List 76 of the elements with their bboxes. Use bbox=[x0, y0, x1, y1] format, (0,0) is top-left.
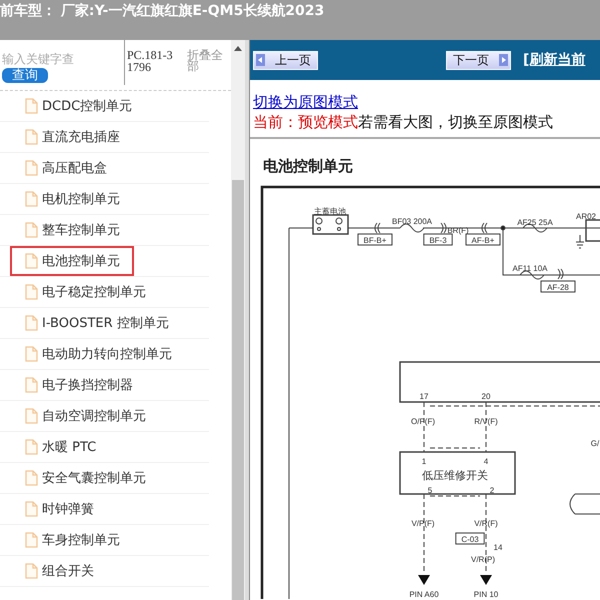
file-icon bbox=[25, 315, 38, 331]
file-icon bbox=[25, 253, 38, 269]
tree-item[interactable]: 电子稳定控制单元 bbox=[10, 277, 160, 307]
file-icon bbox=[25, 563, 38, 579]
current-mode-label: 当前：预览模式 bbox=[253, 113, 358, 131]
scrollbar-thumb[interactable] bbox=[232, 180, 244, 600]
arrow-right-icon bbox=[499, 54, 508, 66]
connector-tag: BF-3 bbox=[423, 234, 453, 246]
diagram-label: BR(F) bbox=[447, 226, 469, 235]
diagram-label: V/R(F) bbox=[474, 519, 498, 528]
file-icon bbox=[25, 222, 38, 238]
connector-tag: C-03 bbox=[455, 532, 485, 544]
tree-item[interactable]: 电动助力转向控制单元 bbox=[10, 339, 186, 369]
diagram-label: 低压维修开关 bbox=[422, 470, 488, 482]
file-icon bbox=[25, 408, 38, 424]
file-icon bbox=[25, 284, 38, 300]
tree-item[interactable]: 组合开关 bbox=[10, 556, 108, 586]
tree-item[interactable]: 安全气囊控制单元 bbox=[10, 463, 160, 493]
diagram-label: 主蓄电池 bbox=[314, 207, 346, 216]
diagram-label: 14 bbox=[494, 543, 502, 552]
diagram-label: V/P(F) bbox=[411, 519, 435, 528]
diagram-label: V/R(P) bbox=[471, 555, 495, 564]
section-title: 电池控制单元 bbox=[262, 156, 354, 177]
arrowhead-icon bbox=[480, 575, 492, 585]
diagram-label: 4 bbox=[484, 457, 488, 466]
diagram-label: PIN A60 bbox=[409, 590, 439, 599]
file-icon bbox=[25, 191, 38, 207]
diagram-label: R/V(F) bbox=[474, 417, 498, 426]
file-icon bbox=[25, 439, 38, 455]
connector-tag: AF-28 bbox=[540, 280, 576, 292]
page-title: 前车型： 厂家:Y-一汽红旗红旗E-QM5长续航2023 bbox=[0, 2, 324, 20]
file-icon bbox=[25, 129, 38, 145]
file-icon bbox=[25, 98, 38, 114]
arrow-left-icon bbox=[256, 54, 265, 66]
tree-item[interactable]: 直流充电插座 bbox=[10, 122, 134, 152]
file-icon bbox=[25, 532, 38, 548]
diagram-label: PIN 10 bbox=[474, 590, 498, 599]
file-icon bbox=[25, 470, 38, 486]
connector-tag: AF-B+ bbox=[466, 234, 500, 246]
model-code: PC.181-31796 bbox=[124, 40, 175, 85]
arrowhead-icon bbox=[418, 575, 430, 585]
file-icon bbox=[25, 346, 38, 362]
previous-page-button[interactable]: 上一页 bbox=[253, 50, 318, 70]
tree-item[interactable]: 车身控制单元 bbox=[10, 525, 134, 555]
tree-item[interactable]: 高压配电盒 bbox=[10, 153, 121, 183]
file-icon bbox=[25, 501, 38, 517]
next-page-button[interactable]: 下一页 bbox=[446, 50, 511, 70]
tree-item[interactable]: 电子换挡控制器 bbox=[10, 370, 147, 400]
diagram-label: 17 bbox=[420, 392, 428, 401]
file-icon bbox=[25, 160, 38, 176]
diagram-label: O/P(F) bbox=[411, 417, 435, 426]
diagram-label: G/ bbox=[590, 439, 600, 448]
tree-item[interactable]: 电机控制单元 bbox=[10, 184, 134, 214]
tree-item[interactable]: 整车控制单元 bbox=[10, 215, 134, 245]
diagram-label: 5 bbox=[428, 486, 432, 495]
tree-item[interactable]: I-BOOSTER 控制单元 bbox=[10, 308, 183, 338]
search-button[interactable]: 查询 bbox=[2, 68, 48, 83]
diagram-label: AF11 10A bbox=[512, 264, 548, 273]
tree-item[interactable]: 自动空调控制单元 bbox=[10, 401, 160, 431]
diagram-label: AR02 bbox=[576, 212, 596, 221]
diagram-label: BF03 200A bbox=[392, 217, 432, 226]
scroll-up-icon[interactable] bbox=[234, 46, 242, 51]
search-field[interactable]: 输入关键字查 bbox=[2, 52, 118, 66]
mode-hint-text: 若需看大图，切换至原图模式 bbox=[358, 113, 553, 131]
refresh-link[interactable]: [刷新当前 bbox=[523, 51, 586, 69]
diagram-label: AF25 25A bbox=[517, 218, 553, 227]
connector-tag: BF-B+ bbox=[358, 234, 392, 246]
tree-item[interactable]: DCDC控制单元 bbox=[10, 91, 146, 121]
tree-item[interactable]: 电池控制单元 bbox=[10, 246, 134, 276]
diagram-label: 2 bbox=[490, 486, 494, 495]
tree-item[interactable]: 水暖 PTC bbox=[10, 432, 110, 462]
file-icon bbox=[25, 377, 38, 393]
original-mode-link[interactable]: 切换为原图模式 bbox=[253, 93, 358, 111]
diagram-label: 1 bbox=[422, 457, 426, 466]
tree-item[interactable]: 时钟弹簧 bbox=[10, 494, 108, 524]
diagram-label: 20 bbox=[482, 392, 490, 401]
